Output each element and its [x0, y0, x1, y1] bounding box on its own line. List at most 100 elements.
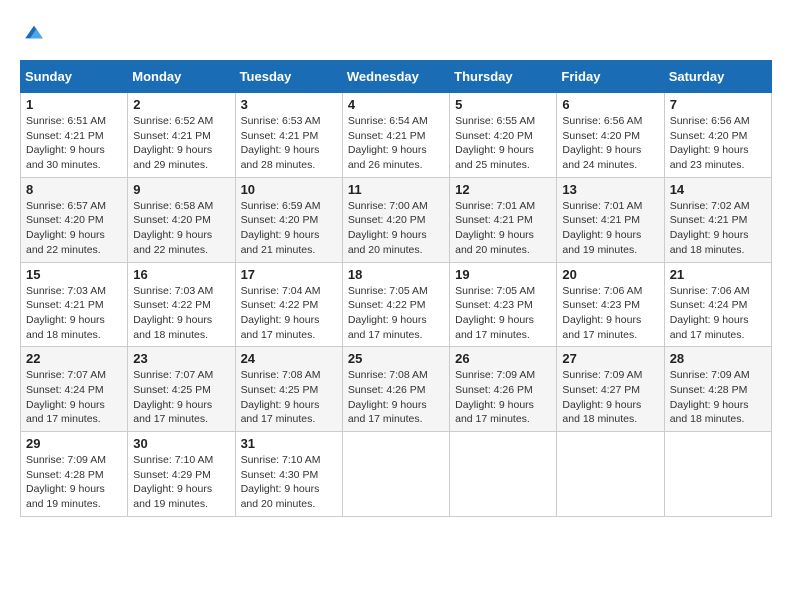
- day-cell: 24 Sunrise: 7:08 AM Sunset: 4:25 PM Dayl…: [235, 347, 342, 432]
- day-number: 26: [455, 351, 551, 366]
- day-cell: 1 Sunrise: 6:51 AM Sunset: 4:21 PM Dayli…: [21, 93, 128, 178]
- day-info: Sunrise: 7:07 AM Sunset: 4:24 PM Dayligh…: [26, 368, 122, 427]
- header-cell-thursday: Thursday: [450, 61, 557, 93]
- day-cell: 14 Sunrise: 7:02 AM Sunset: 4:21 PM Dayl…: [664, 177, 771, 262]
- day-number: 15: [26, 267, 122, 282]
- day-number: 28: [670, 351, 766, 366]
- day-cell: 9 Sunrise: 6:58 AM Sunset: 4:20 PM Dayli…: [128, 177, 235, 262]
- day-info: Sunrise: 6:59 AM Sunset: 4:20 PM Dayligh…: [241, 199, 337, 258]
- day-info: Sunrise: 7:04 AM Sunset: 4:22 PM Dayligh…: [241, 284, 337, 343]
- day-number: 14: [670, 182, 766, 197]
- day-info: Sunrise: 7:09 AM Sunset: 4:28 PM Dayligh…: [670, 368, 766, 427]
- day-number: 9: [133, 182, 229, 197]
- day-cell: 3 Sunrise: 6:53 AM Sunset: 4:21 PM Dayli…: [235, 93, 342, 178]
- day-info: Sunrise: 7:08 AM Sunset: 4:26 PM Dayligh…: [348, 368, 444, 427]
- day-number: 6: [562, 97, 658, 112]
- day-cell: 28 Sunrise: 7:09 AM Sunset: 4:28 PM Dayl…: [664, 347, 771, 432]
- day-info: Sunrise: 6:56 AM Sunset: 4:20 PM Dayligh…: [670, 114, 766, 173]
- day-cell: 10 Sunrise: 6:59 AM Sunset: 4:20 PM Dayl…: [235, 177, 342, 262]
- day-info: Sunrise: 7:10 AM Sunset: 4:30 PM Dayligh…: [241, 453, 337, 512]
- day-info: Sunrise: 6:56 AM Sunset: 4:20 PM Dayligh…: [562, 114, 658, 173]
- day-info: Sunrise: 6:53 AM Sunset: 4:21 PM Dayligh…: [241, 114, 337, 173]
- day-cell: 6 Sunrise: 6:56 AM Sunset: 4:20 PM Dayli…: [557, 93, 664, 178]
- day-number: 29: [26, 436, 122, 451]
- header-row: SundayMondayTuesdayWednesdayThursdayFrid…: [21, 61, 772, 93]
- day-info: Sunrise: 6:52 AM Sunset: 4:21 PM Dayligh…: [133, 114, 229, 173]
- calendar-table: SundayMondayTuesdayWednesdayThursdayFrid…: [20, 60, 772, 517]
- logo: [20, 20, 46, 44]
- day-number: 30: [133, 436, 229, 451]
- day-cell: 17 Sunrise: 7:04 AM Sunset: 4:22 PM Dayl…: [235, 262, 342, 347]
- day-number: 3: [241, 97, 337, 112]
- day-number: 5: [455, 97, 551, 112]
- day-info: Sunrise: 7:09 AM Sunset: 4:27 PM Dayligh…: [562, 368, 658, 427]
- day-info: Sunrise: 7:02 AM Sunset: 4:21 PM Dayligh…: [670, 199, 766, 258]
- day-cell: 5 Sunrise: 6:55 AM Sunset: 4:20 PM Dayli…: [450, 93, 557, 178]
- day-info: Sunrise: 6:58 AM Sunset: 4:20 PM Dayligh…: [133, 199, 229, 258]
- week-row-2: 8 Sunrise: 6:57 AM Sunset: 4:20 PM Dayli…: [21, 177, 772, 262]
- day-number: 10: [241, 182, 337, 197]
- day-cell: 29 Sunrise: 7:09 AM Sunset: 4:28 PM Dayl…: [21, 432, 128, 517]
- day-number: 22: [26, 351, 122, 366]
- day-info: Sunrise: 6:57 AM Sunset: 4:20 PM Dayligh…: [26, 199, 122, 258]
- day-number: 24: [241, 351, 337, 366]
- day-cell: 18 Sunrise: 7:05 AM Sunset: 4:22 PM Dayl…: [342, 262, 449, 347]
- day-number: 20: [562, 267, 658, 282]
- header-cell-tuesday: Tuesday: [235, 61, 342, 93]
- day-number: 1: [26, 97, 122, 112]
- day-cell: 26 Sunrise: 7:09 AM Sunset: 4:26 PM Dayl…: [450, 347, 557, 432]
- day-info: Sunrise: 6:55 AM Sunset: 4:20 PM Dayligh…: [455, 114, 551, 173]
- day-cell: 30 Sunrise: 7:10 AM Sunset: 4:29 PM Dayl…: [128, 432, 235, 517]
- day-number: 21: [670, 267, 766, 282]
- day-cell: [557, 432, 664, 517]
- day-cell: [450, 432, 557, 517]
- day-cell: 13 Sunrise: 7:01 AM Sunset: 4:21 PM Dayl…: [557, 177, 664, 262]
- day-number: 4: [348, 97, 444, 112]
- day-number: 7: [670, 97, 766, 112]
- day-number: 8: [26, 182, 122, 197]
- day-cell: 25 Sunrise: 7:08 AM Sunset: 4:26 PM Dayl…: [342, 347, 449, 432]
- day-cell: 4 Sunrise: 6:54 AM Sunset: 4:21 PM Dayli…: [342, 93, 449, 178]
- day-number: 2: [133, 97, 229, 112]
- day-cell: 8 Sunrise: 6:57 AM Sunset: 4:20 PM Dayli…: [21, 177, 128, 262]
- day-number: 12: [455, 182, 551, 197]
- day-info: Sunrise: 7:00 AM Sunset: 4:20 PM Dayligh…: [348, 199, 444, 258]
- day-cell: 31 Sunrise: 7:10 AM Sunset: 4:30 PM Dayl…: [235, 432, 342, 517]
- day-info: Sunrise: 7:03 AM Sunset: 4:21 PM Dayligh…: [26, 284, 122, 343]
- day-cell: [664, 432, 771, 517]
- day-info: Sunrise: 7:09 AM Sunset: 4:26 PM Dayligh…: [455, 368, 551, 427]
- day-info: Sunrise: 7:07 AM Sunset: 4:25 PM Dayligh…: [133, 368, 229, 427]
- day-info: Sunrise: 7:01 AM Sunset: 4:21 PM Dayligh…: [562, 199, 658, 258]
- day-info: Sunrise: 7:06 AM Sunset: 4:23 PM Dayligh…: [562, 284, 658, 343]
- day-info: Sunrise: 6:51 AM Sunset: 4:21 PM Dayligh…: [26, 114, 122, 173]
- header-cell-wednesday: Wednesday: [342, 61, 449, 93]
- day-number: 23: [133, 351, 229, 366]
- day-number: 19: [455, 267, 551, 282]
- logo-icon: [22, 20, 46, 44]
- day-number: 31: [241, 436, 337, 451]
- day-cell: 16 Sunrise: 7:03 AM Sunset: 4:22 PM Dayl…: [128, 262, 235, 347]
- day-info: Sunrise: 7:05 AM Sunset: 4:23 PM Dayligh…: [455, 284, 551, 343]
- day-cell: 23 Sunrise: 7:07 AM Sunset: 4:25 PM Dayl…: [128, 347, 235, 432]
- day-cell: 20 Sunrise: 7:06 AM Sunset: 4:23 PM Dayl…: [557, 262, 664, 347]
- day-number: 13: [562, 182, 658, 197]
- day-cell: 27 Sunrise: 7:09 AM Sunset: 4:27 PM Dayl…: [557, 347, 664, 432]
- day-info: Sunrise: 7:09 AM Sunset: 4:28 PM Dayligh…: [26, 453, 122, 512]
- header-cell-monday: Monday: [128, 61, 235, 93]
- day-number: 17: [241, 267, 337, 282]
- header-cell-sunday: Sunday: [21, 61, 128, 93]
- day-number: 18: [348, 267, 444, 282]
- day-cell: 22 Sunrise: 7:07 AM Sunset: 4:24 PM Dayl…: [21, 347, 128, 432]
- day-cell: 2 Sunrise: 6:52 AM Sunset: 4:21 PM Dayli…: [128, 93, 235, 178]
- week-row-4: 22 Sunrise: 7:07 AM Sunset: 4:24 PM Dayl…: [21, 347, 772, 432]
- day-info: Sunrise: 7:10 AM Sunset: 4:29 PM Dayligh…: [133, 453, 229, 512]
- day-number: 11: [348, 182, 444, 197]
- header-cell-saturday: Saturday: [664, 61, 771, 93]
- week-row-3: 15 Sunrise: 7:03 AM Sunset: 4:21 PM Dayl…: [21, 262, 772, 347]
- day-cell: 19 Sunrise: 7:05 AM Sunset: 4:23 PM Dayl…: [450, 262, 557, 347]
- day-number: 16: [133, 267, 229, 282]
- header-cell-friday: Friday: [557, 61, 664, 93]
- day-info: Sunrise: 6:54 AM Sunset: 4:21 PM Dayligh…: [348, 114, 444, 173]
- day-info: Sunrise: 7:05 AM Sunset: 4:22 PM Dayligh…: [348, 284, 444, 343]
- day-cell: 21 Sunrise: 7:06 AM Sunset: 4:24 PM Dayl…: [664, 262, 771, 347]
